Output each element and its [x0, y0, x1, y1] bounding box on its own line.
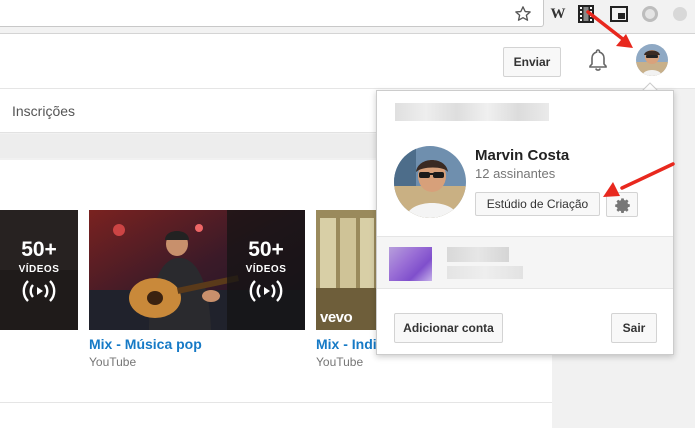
video-channel-name[interactable]: YouTube	[316, 355, 363, 369]
creator-studio-button[interactable]: Estúdio de Criação	[475, 192, 600, 216]
film-extension-icon[interactable]	[576, 4, 596, 24]
settings-button[interactable]	[606, 192, 638, 217]
user-name: Marvin Costa	[475, 147, 569, 164]
video-title-link[interactable]: Mix - Indi	[316, 336, 377, 352]
sign-out-button[interactable]: Sair	[611, 313, 657, 343]
mix-label: VÍDEOS	[0, 264, 78, 275]
address-bar[interactable]	[0, 0, 544, 27]
shelf-divider	[0, 402, 552, 403]
menu-extension-icon[interactable]	[670, 4, 690, 24]
video-thumbnail[interactable]: 50+ VÍDEOS	[89, 210, 305, 330]
video-thumbnail[interactable]: vevo	[316, 210, 376, 330]
picture-in-picture-extension-icon[interactable]	[609, 4, 629, 24]
blurred-account-email	[447, 266, 523, 279]
video-title-link[interactable]: Mix - Música pop	[89, 336, 202, 352]
account-menu-popup: Marvin Costa 12 assinantes Estúdio de Cr…	[376, 90, 674, 355]
vevo-watermark: vevo	[320, 309, 352, 326]
mix-overlay: 50+ VÍDEOS	[0, 210, 78, 330]
mix-play-icon	[19, 276, 59, 306]
notifications-bell-icon[interactable]	[586, 47, 610, 73]
other-account-avatar	[389, 247, 432, 281]
mix-count: 50+	[0, 238, 78, 262]
upload-button[interactable]: Enviar	[503, 47, 561, 77]
video-thumbnail[interactable]: 50+ VÍDEOS	[0, 210, 78, 330]
video-title-link[interactable]: o	[0, 336, 1, 352]
video-channel-name[interactable]: YouTube	[89, 355, 136, 369]
mix-overlay: 50+ VÍDEOS	[227, 210, 305, 330]
add-account-button[interactable]: Adicionar conta	[394, 313, 503, 343]
bookmark-star-icon[interactable]	[514, 5, 532, 23]
subscriber-count: 12 assinantes	[475, 166, 555, 181]
account-avatar-button[interactable]	[636, 44, 668, 76]
browser-toolbar: W	[0, 0, 695, 34]
profile-avatar[interactable]	[394, 146, 466, 218]
blurred-account-name	[447, 247, 509, 262]
gray-circle-extension-icon[interactable]	[640, 4, 660, 24]
gear-icon	[614, 197, 631, 214]
tab-subscriptions[interactable]: Inscrições	[12, 103, 75, 119]
mix-play-icon	[246, 276, 286, 306]
blurred-email	[395, 103, 549, 121]
mix-label: VÍDEOS	[227, 264, 305, 275]
other-account-item[interactable]	[377, 236, 673, 289]
wikipedia-extension-icon[interactable]: W	[548, 4, 568, 24]
youtube-header: Enviar	[0, 34, 695, 89]
mix-count: 50+	[227, 238, 305, 262]
